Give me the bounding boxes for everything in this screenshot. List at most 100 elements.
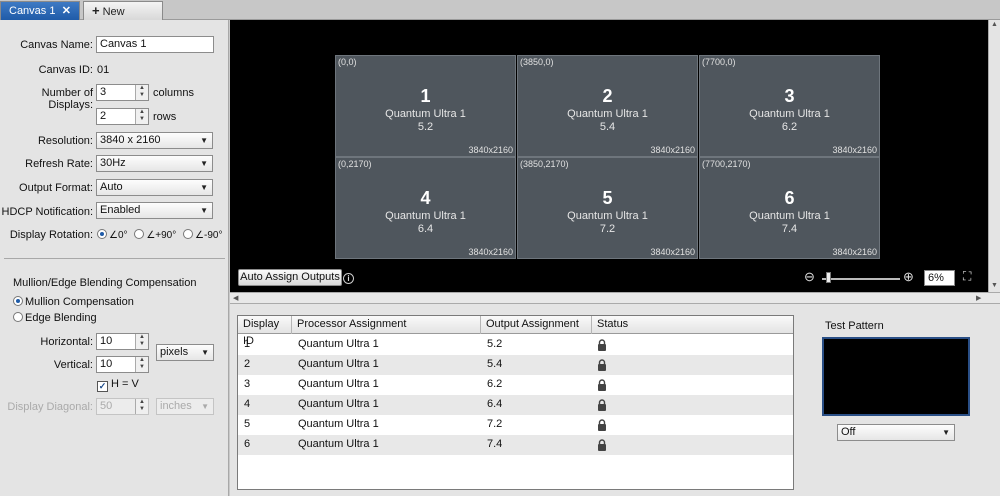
- up-arrow-icon[interactable]: ▲: [136, 399, 148, 406]
- table-row[interactable]: 1 Quantum Ultra 1 5.2: [238, 335, 793, 355]
- rotation-plus90-radio[interactable]: ∠+90°: [134, 229, 176, 241]
- tile-coordinate: (7700,2170): [702, 159, 751, 169]
- lock-icon[interactable]: [597, 439, 607, 451]
- tab-canvas-1[interactable]: Canvas 1 ✕: [0, 1, 80, 20]
- chevron-down-icon: ▼: [200, 183, 208, 192]
- diagonal-unit-select[interactable]: inches ▼: [156, 398, 214, 415]
- rotation-label: Display Rotation:: [9, 229, 93, 241]
- stepper-arrows[interactable]: ▲ ▼: [135, 399, 148, 414]
- stepper-arrows[interactable]: ▲ ▼: [135, 85, 148, 100]
- horizontal-stepper[interactable]: 10 ▲ ▼: [96, 333, 149, 350]
- tile-coordinate: (0,0): [338, 57, 357, 67]
- assignment-panel: Display ID Processor Assignment Output A…: [230, 304, 1000, 496]
- lock-icon[interactable]: [597, 419, 607, 431]
- horizontal-scrollbar[interactable]: ◀ ▶: [230, 292, 1000, 304]
- display-tile-3[interactable]: (7700,0) 3 Quantum Ultra 1 6.2 3840x2160: [699, 55, 880, 157]
- hdcp-select[interactable]: Enabled ▼: [96, 202, 213, 219]
- lock-icon[interactable]: [597, 339, 607, 351]
- display-diagonal-stepper[interactable]: 50 ▲ ▼: [96, 398, 149, 415]
- canvas-preview[interactable]: (0,0) 1 Quantum Ultra 1 5.2 3840x2160 (3…: [230, 20, 988, 292]
- table-row[interactable]: 3 Quantum Ultra 1 6.2: [238, 375, 793, 395]
- stepper-arrows[interactable]: ▲ ▼: [135, 109, 148, 124]
- display-tile-5[interactable]: (3850,2170) 5 Quantum Ultra 1 7.2 3840x2…: [517, 157, 698, 259]
- refresh-rate-select[interactable]: 30Hz ▼: [96, 155, 213, 172]
- rotation-minus90-radio[interactable]: ∠-90°: [183, 229, 222, 241]
- resolution-select[interactable]: 3840 x 2160 ▼: [96, 132, 213, 149]
- vertical-value: 10: [100, 358, 113, 370]
- fit-to-screen-icon[interactable]: ⛶: [963, 269, 971, 284]
- zoom-in-icon[interactable]: ⊕: [903, 269, 914, 285]
- zoom-slider-track[interactable]: [822, 278, 900, 280]
- columns-stepper[interactable]: 3 ▲ ▼: [96, 84, 149, 101]
- stepper-arrows[interactable]: ▲ ▼: [135, 357, 148, 372]
- canvas-name-input[interactable]: Canvas 1: [96, 36, 214, 53]
- canvas-id-value: 01: [97, 64, 110, 76]
- scroll-left-icon[interactable]: ◀: [233, 294, 238, 302]
- unit-select[interactable]: pixels ▼: [156, 344, 214, 361]
- rotation-0-radio[interactable]: ∠0°: [97, 229, 128, 241]
- cell-output: 5.2: [487, 338, 503, 350]
- up-arrow-icon[interactable]: ▲: [136, 334, 148, 341]
- cell-output: 6.4: [487, 398, 503, 410]
- table-row[interactable]: 5 Quantum Ultra 1 7.2: [238, 415, 793, 435]
- scroll-down-icon[interactable]: ▼: [991, 282, 998, 289]
- down-arrow-icon[interactable]: ▼: [136, 92, 148, 99]
- scroll-up-icon[interactable]: ▲: [991, 21, 998, 28]
- chevron-down-icon: ▼: [201, 402, 209, 411]
- down-arrow-icon[interactable]: ▼: [136, 341, 148, 348]
- scroll-right-icon[interactable]: ▶: [976, 294, 981, 302]
- cell-output: 6.2: [487, 378, 503, 390]
- up-arrow-icon[interactable]: ▲: [136, 85, 148, 92]
- tile-output: 7.2: [599, 223, 616, 235]
- display-tile-2[interactable]: (3850,0) 2 Quantum Ultra 1 5.4 3840x2160: [517, 55, 698, 157]
- down-arrow-icon[interactable]: ▼: [136, 116, 148, 123]
- mullion-compensation-radio[interactable]: Mullion Compensation: [13, 296, 134, 308]
- column-header[interactable]: Output Assignment: [481, 316, 592, 334]
- close-icon[interactable]: ✕: [62, 2, 71, 20]
- column-header[interactable]: Status: [592, 316, 793, 334]
- lock-icon[interactable]: [597, 379, 607, 391]
- up-arrow-icon[interactable]: ▲: [136, 357, 148, 364]
- table-row[interactable]: 4 Quantum Ultra 1 6.4: [238, 395, 793, 415]
- display-tile-6[interactable]: (7700,2170) 6 Quantum Ultra 1 7.4 3840x2…: [699, 157, 880, 259]
- lock-icon[interactable]: [597, 399, 607, 411]
- checkmark-icon: ✓: [97, 381, 108, 392]
- column-header[interactable]: Display ID: [238, 316, 292, 347]
- up-arrow-icon[interactable]: ▲: [136, 109, 148, 116]
- display-tile-1[interactable]: (0,0) 1 Quantum Ultra 1 5.2 3840x2160: [335, 55, 516, 157]
- columns-label: columns: [153, 87, 194, 99]
- down-arrow-icon[interactable]: ▼: [136, 406, 148, 413]
- table-row[interactable]: 6 Quantum Ultra 1 7.4: [238, 435, 793, 455]
- edge-blending-radio[interactable]: Edge Blending: [13, 312, 97, 324]
- horizontal-label: Horizontal:: [40, 336, 93, 348]
- lock-icon[interactable]: [597, 359, 607, 371]
- rows-stepper[interactable]: 2 ▲ ▼: [96, 108, 149, 125]
- vertical-scrollbar[interactable]: ▲ ▼: [988, 20, 1000, 292]
- table-row[interactable]: 2 Quantum Ultra 1 5.4: [238, 355, 793, 375]
- column-header[interactable]: Processor Assignment: [292, 316, 481, 334]
- diagonal-unit-value: inches: [160, 400, 192, 412]
- zoom-slider-thumb[interactable]: [826, 272, 832, 283]
- radio-icon: [183, 229, 194, 239]
- refresh-rate-label: Refresh Rate:: [25, 158, 93, 170]
- test-pattern-value: Off: [841, 426, 856, 438]
- chevron-down-icon: ▼: [200, 136, 208, 145]
- h-equals-v-checkbox[interactable]: ✓ H = V: [97, 378, 139, 392]
- display-tile-4[interactable]: (0,2170) 4 Quantum Ultra 1 6.4 3840x2160: [335, 157, 516, 259]
- rotation-options: ∠0° ∠+90° ∠-90°: [97, 229, 222, 241]
- zoom-out-icon[interactable]: ⊖: [804, 269, 815, 285]
- zoom-level-input[interactable]: 6%: [924, 270, 955, 286]
- tab-new-canvas[interactable]: +New Canvas: [83, 1, 163, 36]
- down-arrow-icon[interactable]: ▼: [136, 364, 148, 371]
- auto-assign-outputs-button[interactable]: Auto Assign Outputs: [238, 269, 342, 286]
- tile-coordinate: (0,2170): [338, 159, 372, 169]
- info-icon[interactable]: i: [343, 273, 354, 284]
- cell-output: 5.4: [487, 358, 503, 370]
- output-format-select[interactable]: Auto ▼: [96, 179, 213, 196]
- edge-blending-label: Edge Blending: [25, 312, 97, 324]
- stepper-arrows[interactable]: ▲ ▼: [135, 334, 148, 349]
- test-pattern-select[interactable]: Off ▼: [837, 424, 955, 441]
- tile-resolution: 3840x2160: [832, 145, 877, 155]
- vertical-stepper[interactable]: 10 ▲ ▼: [96, 356, 149, 373]
- resolution-value: 3840 x 2160: [100, 134, 161, 146]
